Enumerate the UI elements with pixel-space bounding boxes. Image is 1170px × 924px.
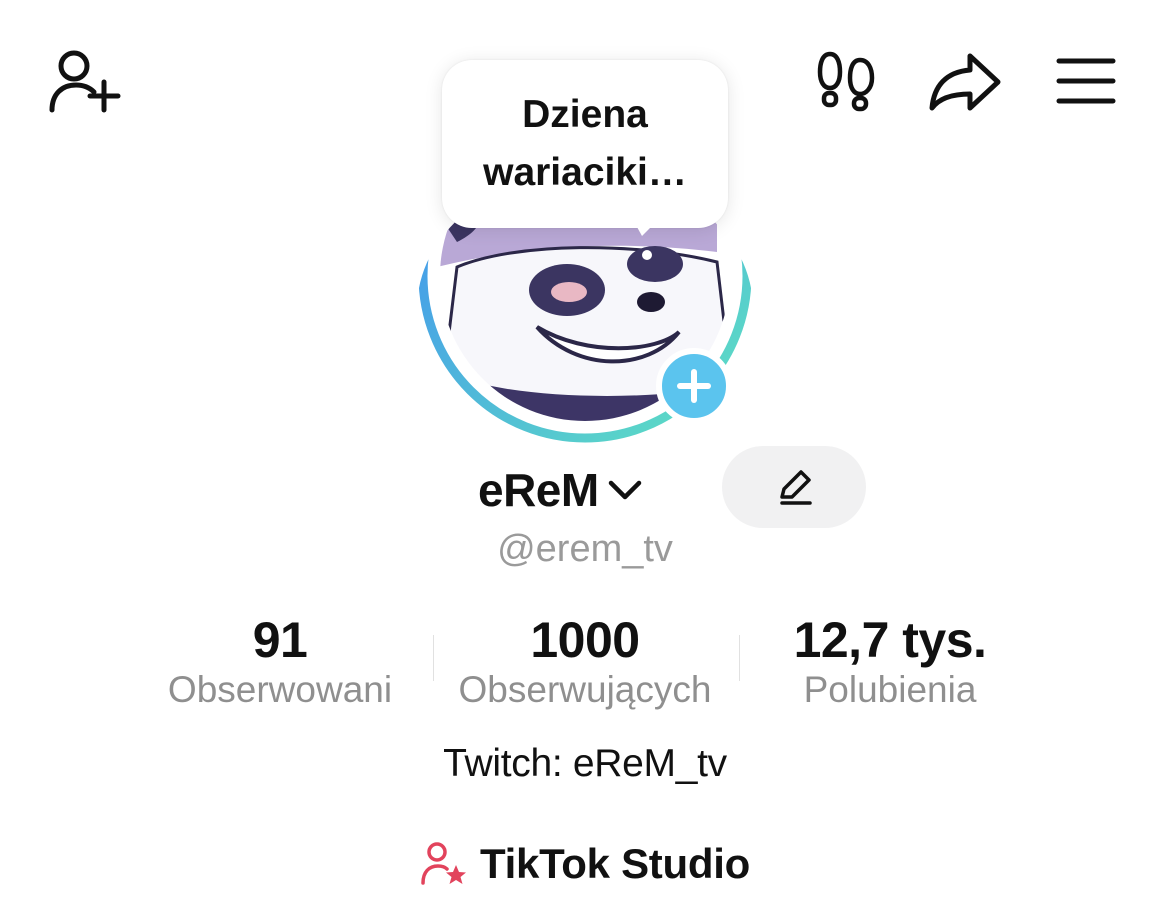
account-switcher[interactable]: eReM: [478, 458, 643, 522]
plus-icon: [677, 369, 711, 403]
stat-label: Obserwujących: [458, 669, 712, 710]
share-icon[interactable]: [928, 52, 1002, 112]
stat-value: 1000: [530, 612, 640, 668]
stat-following[interactable]: 91 Obserwowani: [140, 612, 420, 714]
creator-star-icon: [420, 841, 468, 887]
tiktok-studio-label: TikTok Studio: [480, 840, 750, 887]
bubble-tail: [632, 218, 660, 236]
pencil-icon: [780, 470, 812, 505]
menu-icon[interactable]: [1056, 56, 1116, 106]
footprints-icon[interactable]: [816, 50, 876, 112]
profile-note-text: Dziena wariaciki…: [483, 93, 687, 194]
chevron-down-icon: [607, 478, 643, 502]
stat-label: Obserwowani: [167, 669, 393, 710]
stat-divider: [739, 635, 740, 681]
stat-followers[interactable]: 1000 Obserwujących: [430, 612, 740, 714]
add-friend-icon[interactable]: [48, 48, 122, 114]
profile-bio: Twitch: eReM_tv: [443, 742, 727, 785]
profile-note-bubble[interactable]: Dziena wariaciki…: [442, 60, 728, 228]
display-name: eReM: [478, 464, 599, 516]
stat-value: 91: [252, 612, 308, 668]
tiktok-studio-link[interactable]: TikTok Studio: [0, 840, 1170, 888]
edit-profile-button[interactable]: [722, 446, 866, 528]
add-story-button[interactable]: [656, 348, 732, 424]
stat-likes[interactable]: 12,7 tys. Polubienia: [750, 612, 1030, 714]
stat-value: 12,7 tys.: [793, 612, 987, 668]
stat-label: Polubienia: [803, 669, 977, 710]
username: @erem_tv: [497, 528, 673, 570]
